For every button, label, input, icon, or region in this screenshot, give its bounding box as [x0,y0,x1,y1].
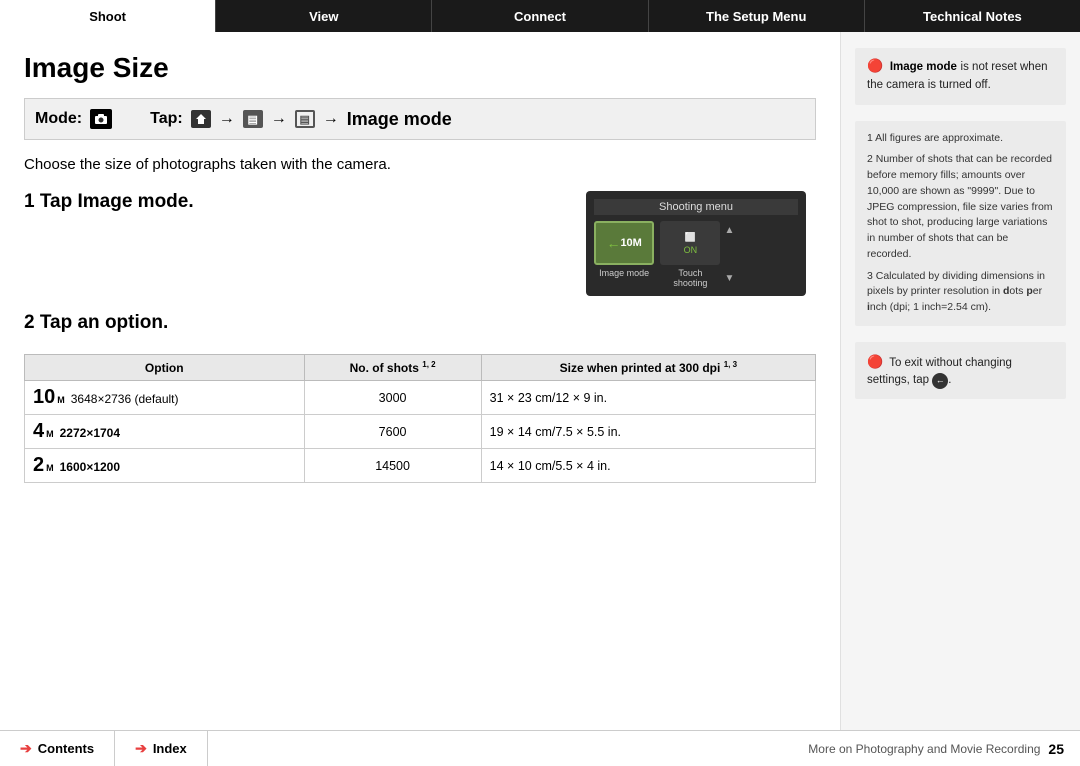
nav-shoot[interactable]: Shoot [0,0,216,32]
col-size: Size when printed at 300 dpi 1, 3 [481,355,815,381]
touch-shooting-label: Touch shooting [660,268,720,288]
spacer [126,109,136,130]
step1-left: 1 Tap Image mode. [24,191,566,221]
option-2m: 2M 1600×1200 [25,449,305,483]
nav-connect[interactable]: Connect [432,0,648,32]
size-2m: 14 × 10 cm/5.5 × 4 in. [481,449,815,483]
back-button-icon: ← [932,373,948,389]
exit-note-box: 🔴 To exit without changing settings, tap… [855,342,1066,400]
mode-label: Mode: [35,110,82,128]
contents-arrow-icon: ➔ [20,740,32,757]
shots-10m: 3000 [304,381,481,415]
col-option: Option [25,355,305,381]
table-row: 2M 1600×1200 14500 14 × 10 cm/5.5 × 4 in… [25,449,816,483]
page-number: 25 [1048,741,1064,757]
index-label: Index [153,741,187,756]
menu-icon1: ▤ [243,110,263,128]
right-panel: 🔴 Image mode is not reset when the camer… [840,32,1080,730]
left-panel: Image Size Mode: Tap: → ▤ → ▤ → Image mo… [0,32,840,730]
table-row: 4M 2272×1704 7600 19 × 14 cm/7.5 × 5.5 i… [25,415,816,449]
nav-setup-menu[interactable]: The Setup Menu [649,0,865,32]
nav-technical-notes[interactable]: Technical Notes [865,0,1080,32]
image-mode-note-box: 🔴 Image mode is not reset when the camer… [855,48,1066,105]
camera-screen-title: Shooting menu [594,199,798,215]
mode-bar: Mode: Tap: → ▤ → ▤ → Image mode [24,98,816,140]
footnote3: 3 Calculated by dividing dimensions in p… [867,269,1054,316]
image-mode-note-bold: Image mode [890,61,957,73]
shots-2m: 14500 [304,449,481,483]
footnote1: 1 All figures are approximate. [867,131,1054,147]
col-shots: No. of shots 1, 2 [304,355,481,381]
tap-label: Tap: [150,110,183,128]
size-4m: 19 × 14 cm/7.5 × 5.5 in. [481,415,815,449]
camera-icon [90,109,112,129]
exit-period: . [948,374,951,386]
footer-text: More on Photography and Movie Recording [808,742,1040,756]
scroll-down-icon: ▼ [725,273,735,284]
arrow2: → [271,110,287,128]
image-mode-label: Image mode [347,109,452,130]
contents-label: Contents [38,741,94,756]
top-navigation: Shoot View Connect The Setup Menu Techni… [0,0,1080,32]
step2-heading: 2 Tap an option. [24,312,816,334]
camera-option-touch: ⬜ ON Touch shooting [660,221,720,288]
shots-4m: 7600 [304,415,481,449]
step2-container: 2 Tap an option. [24,312,816,342]
index-button[interactable]: ➔ Index [115,731,208,766]
camera-screen: Shooting menu ← 10M Image mode [586,191,806,296]
camera-option-image-mode: ← 10M Image mode [594,221,654,288]
exit-note-icon: 🔴 [867,354,883,369]
home-icon [191,110,211,128]
page-title: Image Size [24,52,816,84]
touch-shooting-icon: ⬜ ON [660,221,720,265]
step1-container: 1 Tap Image mode. Shooting menu ← 10M [24,191,816,296]
nav-view[interactable]: View [216,0,432,32]
bottom-nav-right: More on Photography and Movie Recording … [208,731,1080,766]
image-mode-icon: ← 10M [594,221,654,265]
option-10m: 10M 3648×2736 (default) [25,381,305,415]
index-arrow-icon: ➔ [135,740,147,757]
footnotes-box: 1 All figures are approximate. 2 Number … [855,121,1066,326]
step1-right: Shooting menu ← 10M Image mode [586,191,816,296]
scroll-bar: ▲ ▼ [725,221,735,288]
options-table: Option No. of shots 1, 2 Size when print… [24,354,816,483]
contents-button[interactable]: ➔ Contents [0,731,115,766]
option-4m: 4M 2272×1704 [25,415,305,449]
menu-icon2: ▤ [295,110,315,128]
camera-screen-body: ← 10M Image mode ⬜ ON Touch shoot [594,221,721,288]
description: Choose the size of photographs taken wit… [24,156,816,173]
table-row: 10M 3648×2736 (default) 3000 31 × 23 cm/… [25,381,816,415]
image-mode-option-label: Image mode [599,268,649,278]
size-10m: 31 × 23 cm/12 × 9 in. [481,381,815,415]
main-content: Image Size Mode: Tap: → ▤ → ▤ → Image mo… [0,32,1080,730]
note-icon1: 🔴 [867,58,883,73]
bottom-navigation: ➔ Contents ➔ Index More on Photography a… [0,730,1080,766]
arrow3: → [323,110,339,128]
bottom-nav-left: ➔ Contents ➔ Index [0,731,208,766]
footnote2: 2 Number of shots that can be recorded b… [867,152,1054,262]
step1-heading: 1 Tap Image mode. [24,191,566,213]
scroll-up-icon: ▲ [725,225,735,236]
arrow1: → [219,110,235,128]
